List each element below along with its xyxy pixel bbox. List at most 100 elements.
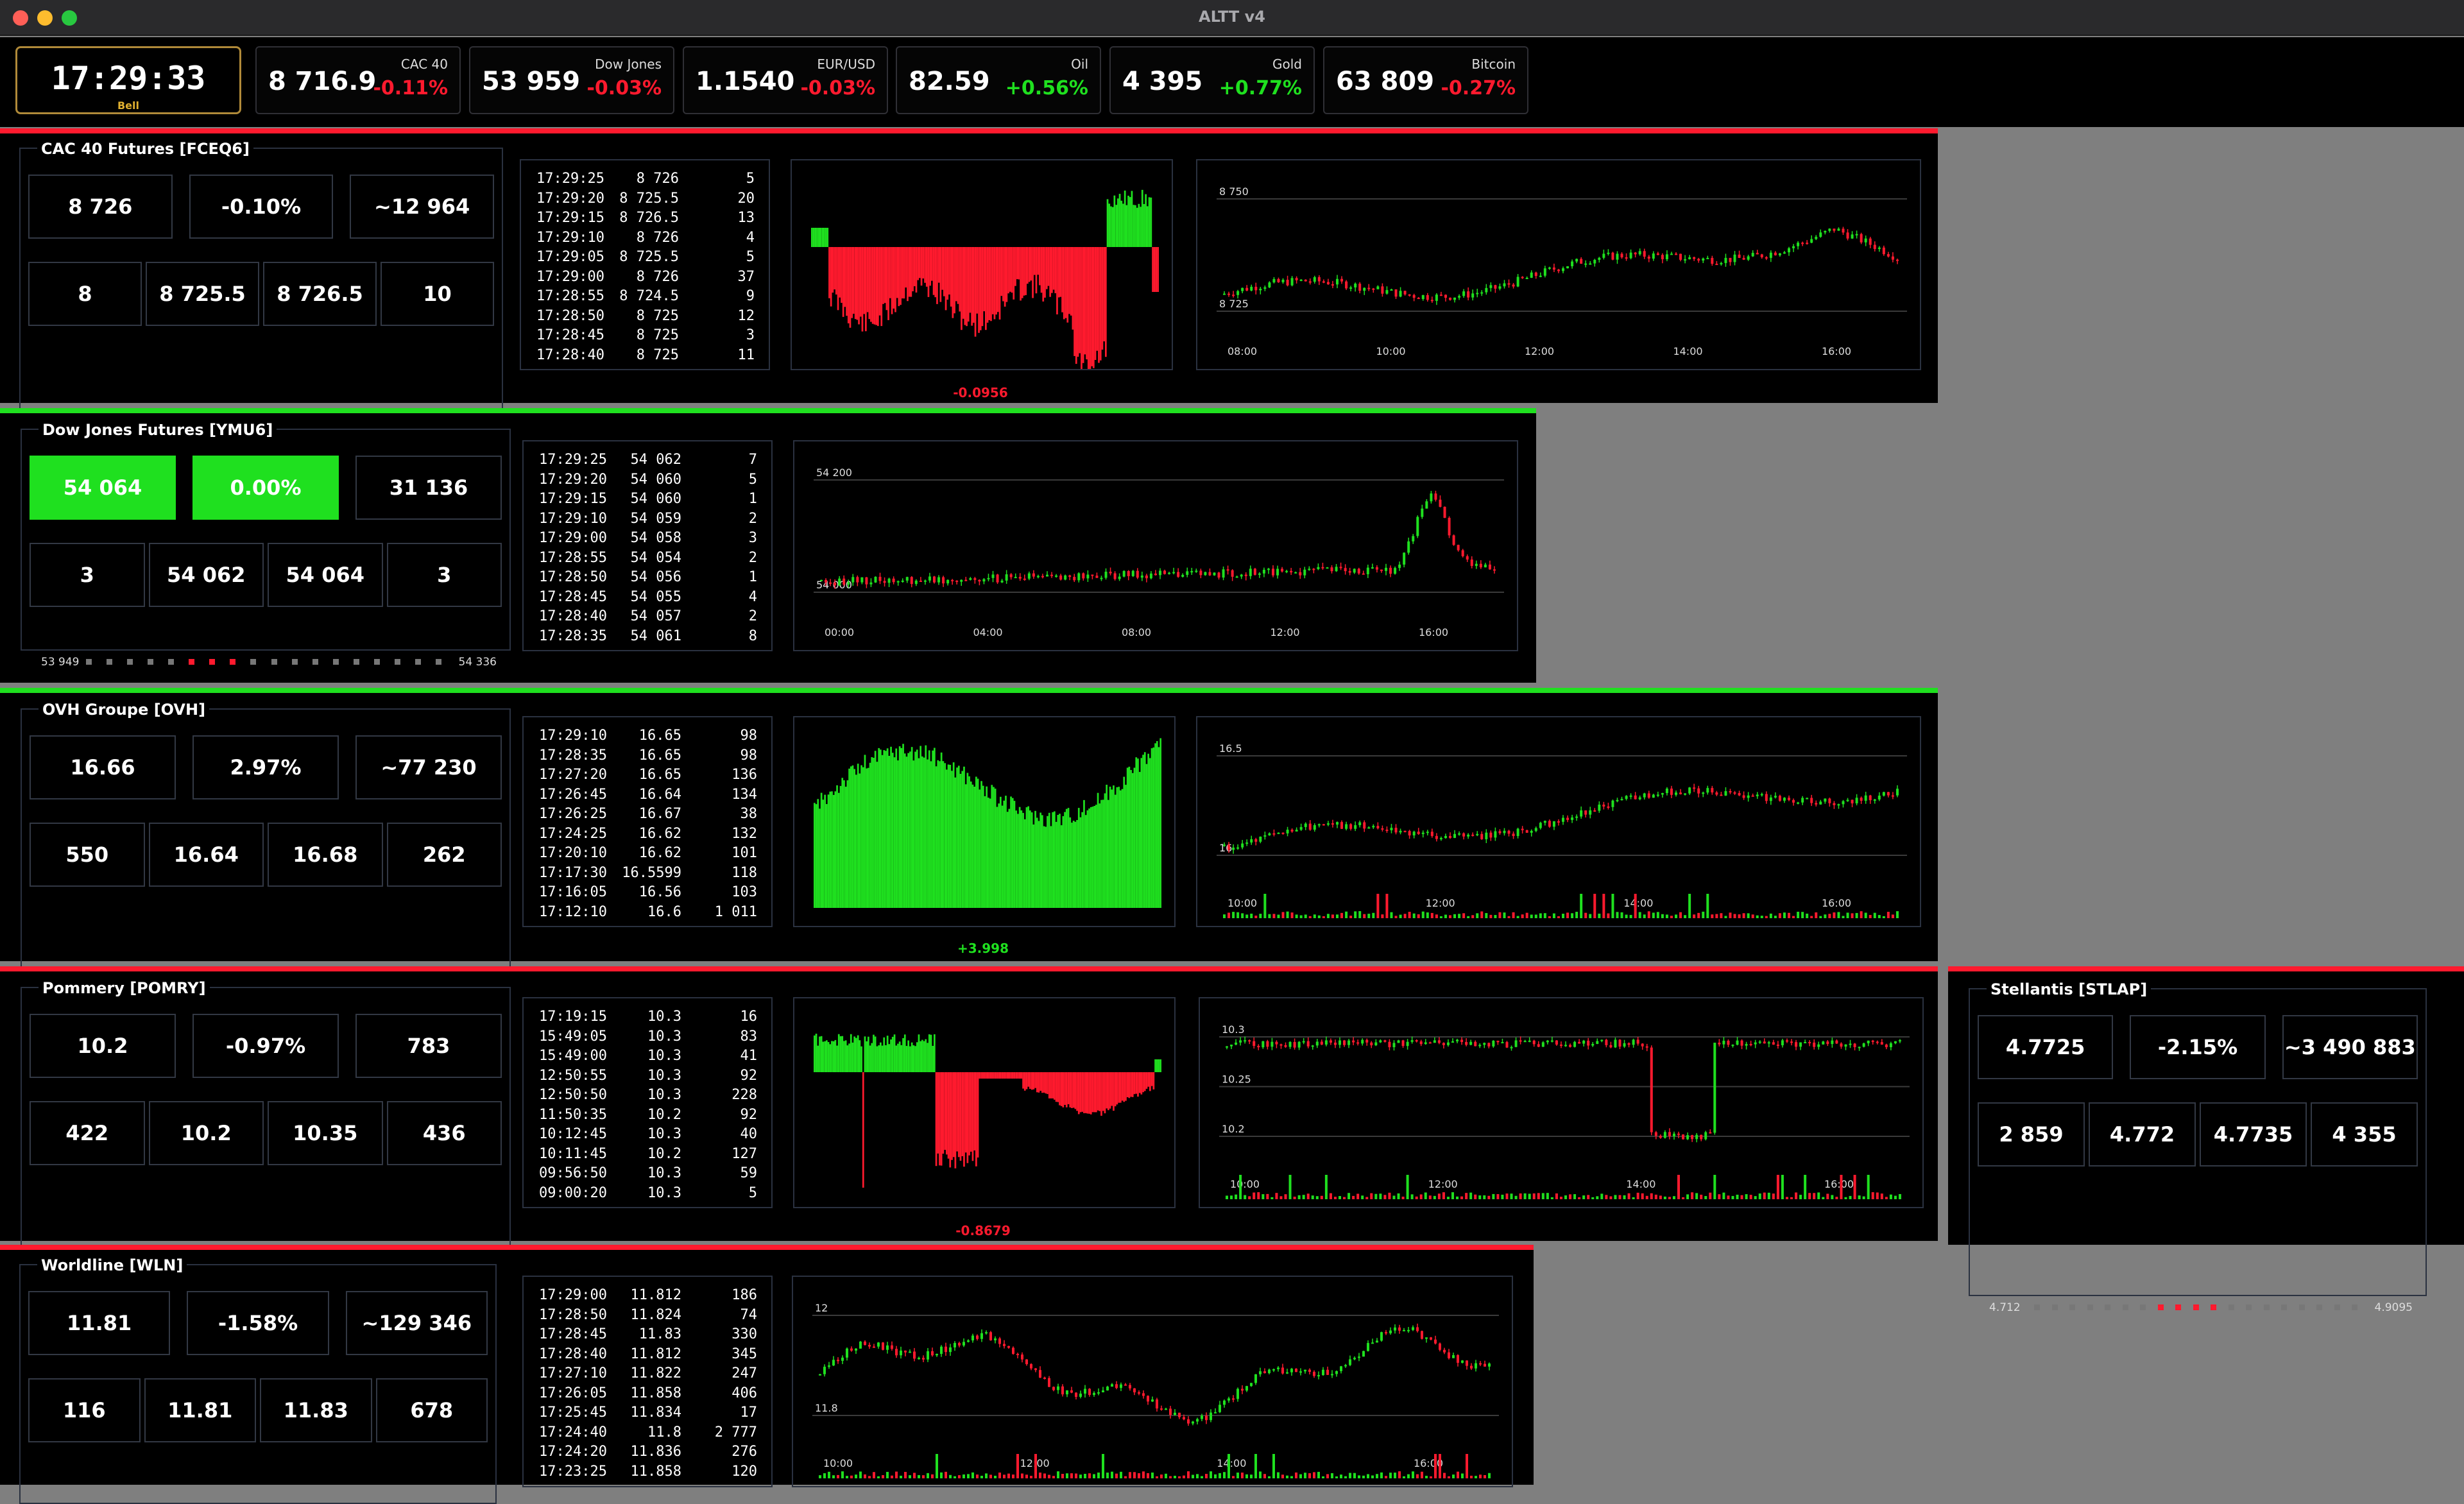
- candle-body: [1219, 1405, 1221, 1412]
- time-and-sales-tape[interactable]: 17:29:00 11.812 186 17:28:50 11.824 74 17:…: [522, 1276, 773, 1487]
- candle-body: [1711, 788, 1714, 793]
- ticker-eur-usd[interactable]: 1.1540 EUR/USD -0.03%: [683, 46, 888, 114]
- instrument-panel-cac40[interactable]: CAC 40 Futures [FCEQ6] 8 726 -0.10% ~12 964…: [0, 128, 1938, 492]
- volume-bar: [1034, 1454, 1037, 1478]
- price-level-label: 16.5: [1219, 742, 1242, 755]
- flow-bar: [826, 804, 828, 908]
- trade-row: 17:28:45 11.83 330: [524, 1326, 771, 1346]
- flow-bar: [1040, 247, 1043, 293]
- instrument-panel-dow[interactable]: Dow Jones Futures [YMU6] 54 064 0.00% 31 13…: [0, 408, 1536, 683]
- volume-bar: [1587, 1195, 1590, 1199]
- candle-body: [1776, 1045, 1779, 1047]
- volume-bar: [1192, 1474, 1194, 1478]
- flow-bar: [864, 1036, 866, 1072]
- time-and-sales-tape[interactable]: 17:29:10 16.65 98 17:28:35 16.65 98 17:27:…: [522, 716, 773, 927]
- candle-body: [1394, 568, 1397, 574]
- volume-bar: [1756, 915, 1759, 918]
- order-flow-chart[interactable]: [793, 997, 1176, 1208]
- volume-bar: [1365, 1197, 1369, 1199]
- candle-body: [1036, 576, 1040, 577]
- instrument-panel-pommery[interactable]: Pommery [POMRY] 10.2 -0.97% 783 422 10.2 10.35…: [0, 966, 1938, 1292]
- price-chart[interactable]: 1211.810:0012:0014:0016:00: [792, 1276, 1513, 1487]
- volume-box: ~77 230: [355, 735, 502, 799]
- volume-bar: [1430, 912, 1433, 918]
- volume-bar: [1210, 1471, 1212, 1478]
- volume-bar: [1315, 1196, 1319, 1199]
- flow-bar: [937, 247, 940, 283]
- flow-bar: [988, 798, 989, 908]
- candle-body: [1688, 787, 1691, 794]
- volume-bar: [891, 1475, 893, 1478]
- price-chart[interactable]: 8 750 8 725 08:00 10:00 12:00 14:00 16:00: [1196, 159, 1921, 370]
- flow-bar: [890, 1039, 892, 1072]
- volume-bar: [1480, 911, 1484, 918]
- flow-bar: [991, 785, 993, 908]
- candle-body: [1656, 794, 1659, 796]
- flow-bar: [1045, 826, 1047, 908]
- flow-bar: [925, 247, 928, 287]
- flow-bar: [1093, 806, 1096, 908]
- flow-bar: [912, 760, 915, 908]
- window-titlebar: ALTT v4: [0, 0, 2464, 36]
- candle-body: [1722, 1041, 1725, 1045]
- volume-bar: [841, 1471, 844, 1478]
- candle-body: [1267, 568, 1270, 570]
- volume-bar: [1372, 912, 1375, 918]
- trade-size: 11: [737, 346, 755, 363]
- candle-body: [955, 580, 959, 582]
- price-chart[interactable]: 16.5 16 10:00 12:00 14:00 16:00: [1196, 716, 1921, 927]
- price-chart[interactable]: 10.3 10.25 10.2 10:00 12:00 14:00 16:00: [1199, 997, 1924, 1208]
- volume-bar: [1697, 912, 1700, 918]
- volume-bar: [922, 1475, 925, 1478]
- trade-price: 8 725: [636, 307, 679, 324]
- trade-time: 12:50:55: [539, 1067, 607, 1084]
- candle-body: [1379, 1040, 1382, 1043]
- volume-bar: [1322, 916, 1325, 918]
- price-chart[interactable]: 54 200 54 000 00:00 04:00 08:00 12:00 16:00: [793, 440, 1518, 651]
- flow-bar: [1043, 1072, 1045, 1093]
- flow-bar: [962, 247, 964, 319]
- candle-body: [1073, 577, 1076, 581]
- candle-body: [1268, 282, 1271, 287]
- ticker-dow-jones[interactable]: 53 959 Dow Jones -0.03%: [469, 46, 674, 114]
- flow-bar: [1084, 1072, 1087, 1113]
- candle-body: [1232, 847, 1235, 850]
- candle-body: [1534, 272, 1537, 277]
- candle-body: [1230, 1045, 1233, 1047]
- flow-bar: [1104, 793, 1106, 908]
- ticker-bitcoin[interactable]: 63 809 Bitcoin -0.27%: [1323, 46, 1528, 114]
- volume-box: ~129 346: [345, 1291, 488, 1355]
- volume-bar: [927, 1473, 929, 1478]
- time-and-sales-tape[interactable]: 17:29:25 54 062 7 17:29:20 54 060 5 17:29:…: [522, 440, 773, 651]
- trade-row: 17:29:00 8 726 37: [521, 269, 769, 288]
- ticker-cac-40[interactable]: 8 716.9 CAC 40 -0.11%: [255, 46, 461, 114]
- time-and-sales-tape[interactable]: 17:19:15 10.3 16 15:49:05 10.3 83 15:49:00…: [522, 997, 773, 1208]
- flow-bar: [984, 1072, 986, 1079]
- time-and-sales-tape[interactable]: 17:29:25 8 726 5 17:29:20 8 725.5 20 17:29…: [520, 159, 770, 370]
- candle-body: [1493, 569, 1496, 571]
- bid-size-box: 8: [28, 262, 142, 326]
- volume-bar: [1435, 914, 1438, 918]
- flow-bar: [932, 247, 935, 295]
- ticker-oil[interactable]: 82.59 Oil +0.56%: [896, 46, 1101, 114]
- order-flow-chart[interactable]: [793, 716, 1176, 927]
- bid-price-box: 11.81: [144, 1378, 256, 1442]
- candle-body: [1724, 791, 1727, 796]
- volume-bar: [1466, 1454, 1468, 1478]
- volume-bar: [1532, 1193, 1536, 1199]
- instrument-panel-ovh[interactable]: OVH Groupe [OVH] 16.66 2.97% ~77 230 550 16.6…: [0, 688, 1938, 1010]
- instrument-panel-stellantis[interactable]: Stellantis [STLAP] 4.7725 -2.15% ~3 490 883…: [1948, 966, 2464, 1314]
- volume-bar: [931, 1474, 934, 1478]
- flow-bar: [1010, 796, 1012, 908]
- panel-status-bar: [1948, 966, 2464, 971]
- candle-body: [1439, 499, 1442, 507]
- flow-bar: [853, 247, 855, 314]
- candle-body: [1632, 1039, 1635, 1045]
- order-flow-chart[interactable]: [791, 159, 1173, 370]
- flow-bar: [1086, 247, 1088, 360]
- ticker-gold[interactable]: 4 395 Gold +0.77%: [1109, 46, 1315, 114]
- instrument-panel-worldline[interactable]: Worldline [WLN] 11.81 -1.58% ~129 346 116 11.…: [0, 1245, 1534, 1504]
- flow-bar: [1079, 247, 1081, 354]
- volume-bar: [1790, 1197, 1793, 1199]
- candle-body: [1860, 234, 1863, 243]
